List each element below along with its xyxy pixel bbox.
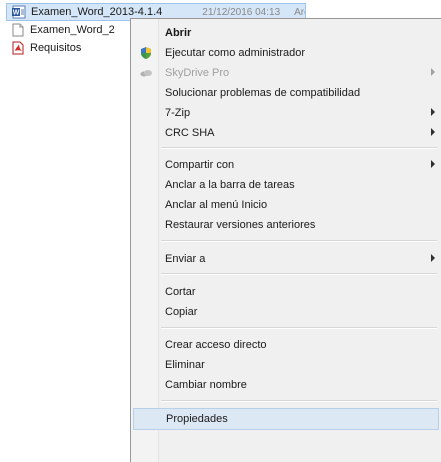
menu-item-cambiar-nombre[interactable]: Cambiar nombre xyxy=(133,375,439,395)
menu-item-label: Eliminar xyxy=(165,359,205,371)
menu-item-eliminar[interactable]: Eliminar xyxy=(133,355,439,375)
menu-item-crear-acceso-directo[interactable]: Crear acceso directo xyxy=(133,335,439,355)
menu-item-label: Cortar xyxy=(165,286,196,298)
menu-separator xyxy=(161,327,437,329)
menu-item-label: Abrir xyxy=(165,27,192,39)
menu-item-label: 7-Zip xyxy=(165,107,191,119)
menu-item-label: Anclar a la barra de tareas xyxy=(165,179,295,191)
file-name: Requisitos xyxy=(30,42,82,54)
menu-item-label: SkyDrive Pro xyxy=(165,67,230,79)
menu-separator xyxy=(161,273,437,275)
menu-item-restaurar-versiones[interactable]: Restaurar versiones anteriores xyxy=(133,215,439,235)
menu-item-anclar-barra-tareas[interactable]: Anclar a la barra de tareas xyxy=(133,175,439,195)
menu-item-label: Copiar xyxy=(165,306,198,318)
submenu-arrow-icon xyxy=(431,128,435,136)
file-name: Examen_Word_2013-4.1.4 xyxy=(31,6,163,18)
menu-item-label: Propiedades xyxy=(166,413,228,425)
menu-item-label: CRC SHA xyxy=(165,127,215,139)
menu-item-label: Enviar a xyxy=(165,253,206,265)
word-doc-icon: W xyxy=(12,5,26,19)
menu-separator xyxy=(161,400,437,402)
menu-item-skydrive-pro[interactable]: SkyDrive Pro xyxy=(133,63,439,83)
menu-item-propiedades[interactable]: Propiedades xyxy=(133,408,439,430)
svg-text:W: W xyxy=(13,10,20,17)
context-menu: Abrir Ejecutar como administrador SkyDri… xyxy=(130,18,441,462)
file-row-requisitos[interactable]: Requisitos xyxy=(6,39,130,57)
menu-item-ejecutar-como-administrador[interactable]: Ejecutar como administrador xyxy=(133,43,439,63)
desktop-stage: W Examen_Word_2013-4.1.4 21/12/2016 04:1… xyxy=(0,0,441,462)
menu-item-crc-sha[interactable]: CRC SHA xyxy=(133,123,439,143)
menu-item-solucionar-problemas[interactable]: Solucionar problemas de compatibilidad xyxy=(133,83,439,103)
menu-item-enviar-a[interactable]: Enviar a xyxy=(133,249,439,269)
skydrive-icon xyxy=(139,66,153,80)
menu-item-compartir-con[interactable]: Compartir con xyxy=(133,155,439,175)
generic-doc-icon xyxy=(11,23,25,37)
menu-item-label: Anclar al menú Inicio xyxy=(165,199,268,211)
file-extra: Arc xyxy=(294,6,305,18)
menu-item-label: Solucionar problemas de compatibilidad xyxy=(165,87,361,99)
file-date: 21/12/2016 04:13 xyxy=(202,6,281,18)
menu-item-7zip[interactable]: 7-Zip xyxy=(133,103,439,123)
submenu-arrow-icon xyxy=(431,254,435,262)
menu-item-label: Crear acceso directo xyxy=(165,339,267,351)
menu-separator xyxy=(161,147,437,149)
file-row-examen-word-2[interactable]: Examen_Word_2 xyxy=(6,21,130,39)
uac-shield-icon xyxy=(139,46,153,60)
submenu-arrow-icon xyxy=(431,160,435,168)
submenu-arrow-icon xyxy=(431,108,435,116)
menu-item-abrir[interactable]: Abrir xyxy=(133,23,439,43)
file-name: Examen_Word_2 xyxy=(30,24,115,36)
menu-item-label: Cambiar nombre xyxy=(165,379,247,391)
pdf-doc-icon xyxy=(11,41,25,55)
menu-item-copiar[interactable]: Copiar xyxy=(133,302,439,322)
menu-item-cortar[interactable]: Cortar xyxy=(133,282,439,302)
submenu-arrow-icon xyxy=(431,68,435,76)
menu-separator xyxy=(161,240,437,242)
menu-item-label: Restaurar versiones anteriores xyxy=(165,219,316,231)
menu-item-anclar-menu-inicio[interactable]: Anclar al menú Inicio xyxy=(133,195,439,215)
menu-item-label: Compartir con xyxy=(165,159,235,171)
menu-item-label: Ejecutar como administrador xyxy=(165,47,306,59)
